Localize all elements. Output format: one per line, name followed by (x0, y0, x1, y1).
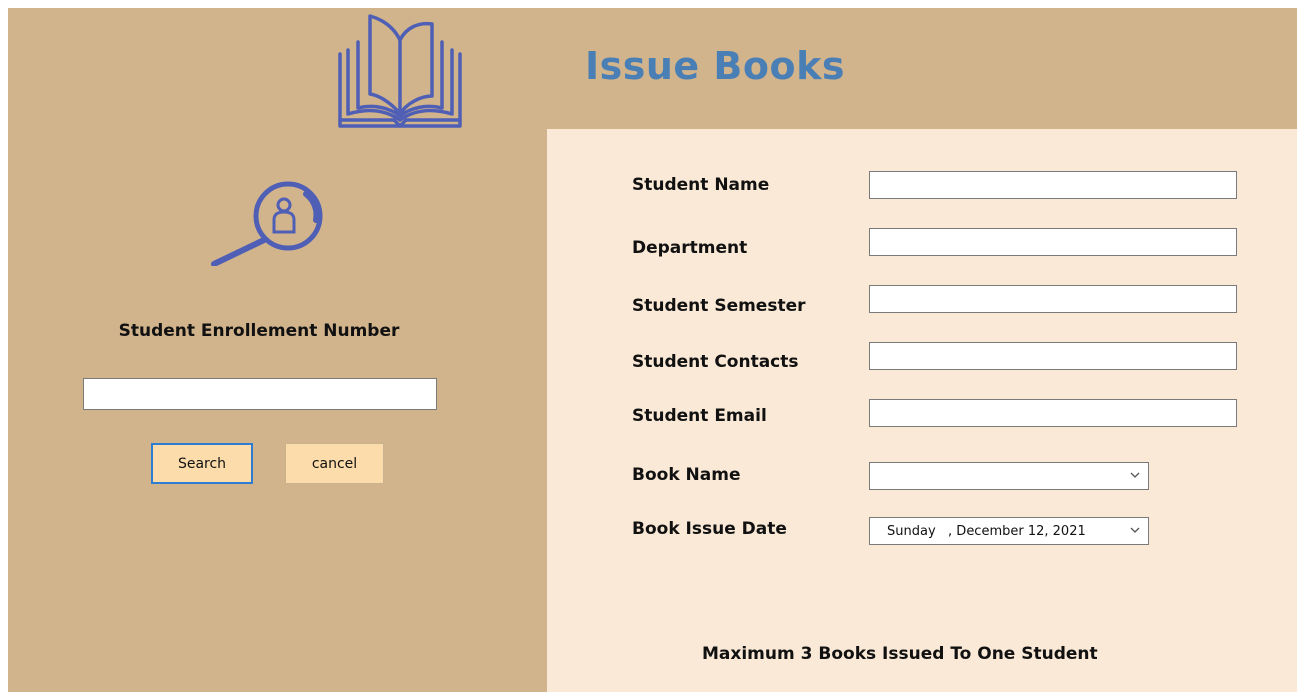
book-name-dropdown[interactable] (869, 462, 1149, 490)
issue-date-picker[interactable]: Sunday , December 12, 2021 (869, 517, 1149, 545)
search-button[interactable]: Search (151, 443, 253, 484)
page-title: Issue Books (585, 44, 845, 88)
issue-date-value: Sunday , December 12, 2021 (887, 524, 1086, 539)
student-contacts-label: Student Contacts (632, 352, 799, 372)
cancel-button[interactable]: cancel (285, 443, 384, 484)
student-semester-label: Student Semester (632, 296, 806, 316)
enrollment-number-label: Student Enrollement Number (118, 321, 400, 341)
student-name-input[interactable] (869, 171, 1237, 199)
department-input[interactable] (869, 228, 1237, 256)
chevron-down-icon (1130, 472, 1140, 478)
department-label: Department (632, 238, 748, 258)
enrollment-number-input[interactable] (83, 378, 437, 410)
student-name-label: Student Name (632, 175, 770, 195)
open-book-icon (338, 14, 462, 128)
user-search-icon (211, 181, 323, 266)
student-email-label: Student Email (632, 406, 767, 426)
chevron-down-icon (1130, 527, 1140, 533)
student-contacts-input[interactable] (869, 342, 1237, 370)
student-semester-input[interactable] (869, 285, 1237, 313)
max-books-note: Maximum 3 Books Issued To One Student (702, 644, 1098, 664)
student-email-input[interactable] (869, 399, 1237, 427)
book-name-label: Book Name (632, 465, 741, 485)
book-issue-date-label: Book Issue Date (632, 519, 787, 539)
